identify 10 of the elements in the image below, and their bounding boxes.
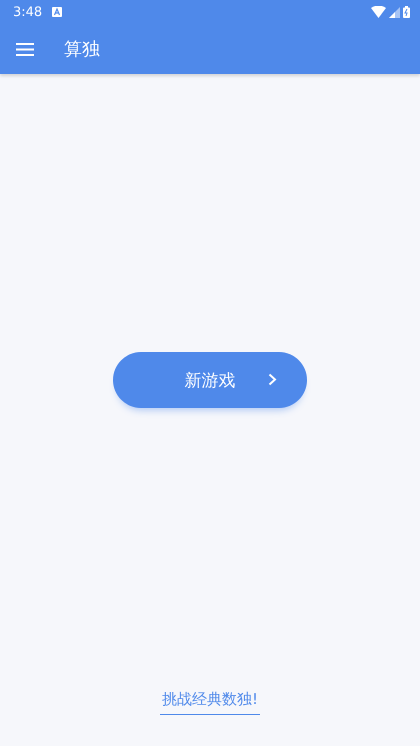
battery-icon [403, 6, 410, 18]
challenge-link[interactable]: 挑战经典数独! [160, 690, 260, 715]
wifi-icon [371, 6, 386, 18]
notification-icon [52, 7, 62, 17]
chevron-icon [268, 373, 277, 386]
status-time: 3:48 [13, 4, 42, 20]
menu-icon[interactable] [16, 42, 34, 56]
new-game-button[interactable]: 新游戏 [113, 352, 307, 408]
signal-icon [389, 6, 400, 18]
app-title: 算独 [64, 38, 100, 61]
